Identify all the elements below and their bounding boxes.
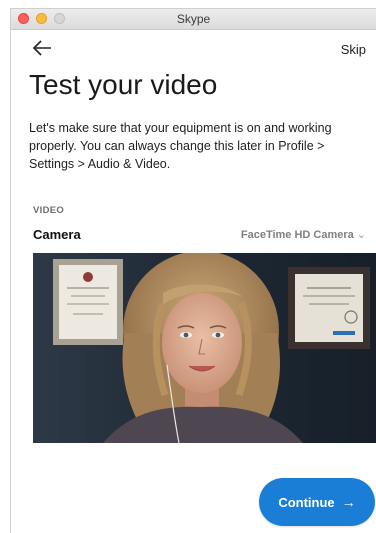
page-title: Test your video: [29, 69, 218, 100]
title-bar: Skype: [11, 9, 376, 30]
arrow-right-icon: →: [341, 494, 356, 510]
continue-label: Continue: [278, 494, 335, 510]
video-section-label: VIDEO: [33, 205, 65, 216]
continue-button[interactable]: Continue →: [259, 478, 375, 526]
arrow-left-icon: [32, 40, 51, 56]
page-description: Let's make sure that your equipment is o…: [29, 121, 332, 171]
window-title: Skype: [176, 12, 211, 26]
camera-dropdown[interactable]: FaceTime HD Camera ⌄: [241, 228, 366, 241]
skip-button[interactable]: Skip: [341, 42, 366, 57]
camera-preview-image: [33, 253, 376, 443]
top-navigation: Skip: [11, 30, 376, 66]
back-button[interactable]: [31, 38, 55, 58]
camera-selected-value: FaceTime HD Camera: [240, 229, 354, 241]
skype-window: Skype Skip Test your video Let's make su…: [10, 8, 376, 533]
chevron-down-icon: ⌄: [356, 229, 366, 241]
camera-label: Camera: [33, 227, 81, 242]
camera-preview: [33, 253, 376, 443]
